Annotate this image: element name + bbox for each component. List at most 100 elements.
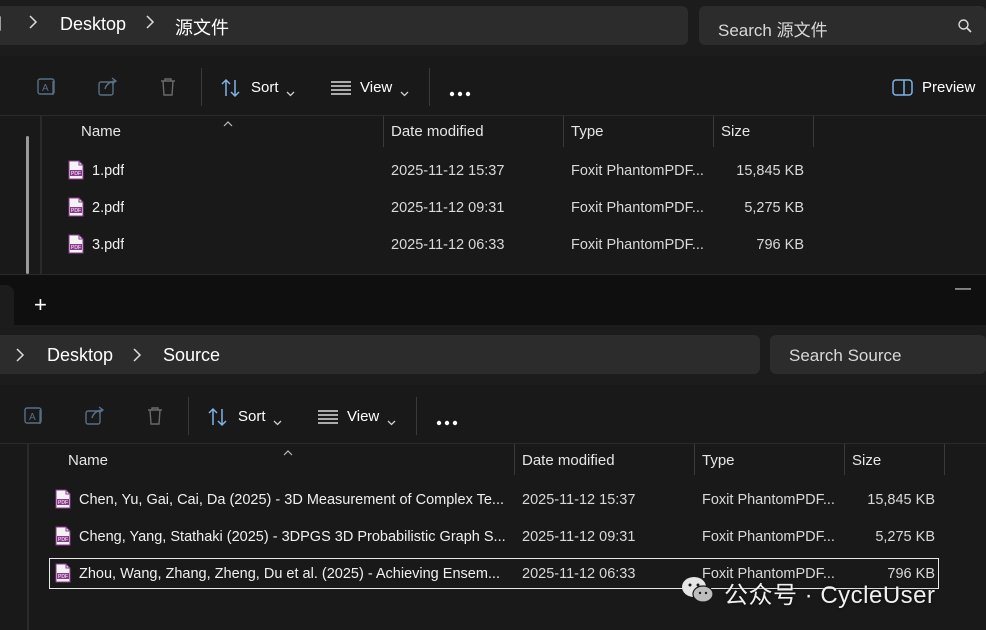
tab-bar	[0, 275, 986, 325]
file-date: 2025-11-12 06:33	[391, 237, 505, 253]
pdf-file-icon: PDF	[55, 563, 71, 588]
file-name[interactable]: 2.pdf	[92, 200, 124, 216]
file-type: Foxit PhantomPDF...	[571, 237, 704, 253]
svg-text:A: A	[42, 83, 49, 94]
svg-text:PDF: PDF	[71, 208, 81, 214]
search-icon[interactable]	[957, 18, 973, 39]
delete-icon[interactable]	[144, 405, 166, 432]
pane-splitter[interactable]	[40, 116, 42, 274]
sort-button[interactable]: Sort	[238, 408, 266, 425]
file-type: Foxit PhantomPDF...	[571, 163, 704, 179]
wechat-icon	[680, 575, 716, 610]
sort-icon[interactable]	[207, 407, 229, 432]
file-date: 2025-11-12 15:37	[522, 492, 636, 508]
column-header-date[interactable]: Date modified	[391, 123, 484, 140]
file-size: 15,845 KB	[736, 163, 804, 179]
delete-icon[interactable]	[157, 76, 179, 103]
column-header-type[interactable]: Type	[702, 452, 735, 469]
column-divider[interactable]	[694, 444, 695, 475]
svg-text:PDF: PDF	[58, 574, 68, 580]
chevron-right-icon[interactable]	[28, 15, 38, 34]
breadcrumb-item-current[interactable]: 源文件	[175, 14, 229, 40]
toolbar-divider	[416, 397, 417, 435]
share-icon[interactable]	[84, 405, 106, 432]
breadcrumb-item-desktop[interactable]: Desktop	[60, 14, 126, 35]
search-placeholder: Search 源文件	[718, 21, 828, 40]
preview-button[interactable]: Preview	[922, 79, 975, 96]
file-size: 5,275 KB	[875, 529, 935, 545]
more-options-icon[interactable]	[449, 84, 473, 102]
file-name[interactable]: 1.pdf	[92, 163, 124, 179]
view-button[interactable]: View	[347, 408, 379, 425]
column-header-name[interactable]: Name	[68, 452, 108, 469]
chevron-down-icon[interactable]	[286, 84, 295, 102]
column-divider[interactable]	[383, 116, 384, 147]
view-icon[interactable]	[330, 80, 352, 101]
navigation-pane[interactable]	[0, 444, 27, 630]
pdf-file-icon: PDF	[68, 234, 84, 259]
view-icon[interactable]	[317, 409, 339, 430]
tab-active[interactable]	[0, 285, 14, 325]
share-icon[interactable]	[97, 76, 119, 103]
chevron-down-icon[interactable]	[273, 413, 282, 431]
column-divider[interactable]	[813, 116, 814, 147]
nav-pane-icon[interactable]	[0, 14, 4, 39]
file-name[interactable]: Zhou, Wang, Zhang, Zheng, Du et al. (202…	[79, 566, 509, 582]
sort-ascending-icon	[223, 114, 233, 132]
breadcrumb-item-current[interactable]: Source	[163, 345, 220, 366]
chevron-down-icon[interactable]	[387, 413, 396, 431]
svg-text:PDF: PDF	[58, 537, 68, 543]
svg-text:A: A	[29, 412, 36, 423]
column-divider[interactable]	[713, 116, 714, 147]
search-placeholder: Search Source	[789, 346, 902, 365]
sort-button[interactable]: Sort	[251, 79, 279, 96]
file-type: Foxit PhantomPDF...	[571, 200, 704, 216]
breadcrumb[interactable]	[0, 335, 760, 374]
minimize-button[interactable]: —	[955, 280, 971, 298]
svg-text:PDF: PDF	[58, 500, 68, 506]
toolbar-divider	[201, 68, 202, 106]
column-divider[interactable]	[563, 116, 564, 147]
pane-splitter[interactable]	[27, 444, 29, 630]
file-name[interactable]: Chen, Yu, Gai, Cai, Da (2025) - 3D Measu…	[79, 492, 509, 508]
sort-icon[interactable]	[220, 78, 242, 103]
chevron-down-icon[interactable]	[400, 84, 409, 102]
file-date: 2025-11-12 09:31	[391, 200, 505, 216]
column-header-size[interactable]: Size	[721, 123, 750, 140]
divider	[0, 443, 986, 444]
column-header-size[interactable]: Size	[852, 452, 881, 469]
file-name[interactable]: 3.pdf	[92, 237, 124, 253]
new-tab-button[interactable]: +	[34, 292, 47, 318]
nav-scrollbar[interactable]	[26, 136, 29, 274]
command-bar	[0, 57, 986, 115]
column-header-date[interactable]: Date modified	[522, 452, 615, 469]
file-date: 2025-11-12 09:31	[522, 529, 636, 545]
file-type: Foxit PhantomPDF...	[702, 492, 835, 508]
pdf-file-icon: PDF	[68, 197, 84, 222]
file-name[interactable]: Cheng, Yang, Stathaki (2025) - 3DPGS 3D …	[79, 529, 509, 545]
navigation-pane[interactable]	[0, 116, 40, 274]
preview-pane-icon[interactable]	[892, 79, 914, 101]
chevron-right-icon[interactable]	[15, 348, 25, 367]
chevron-right-icon[interactable]	[132, 348, 142, 367]
column-header-name[interactable]: Name	[81, 123, 121, 140]
toolbar-divider	[188, 397, 189, 435]
column-divider[interactable]	[844, 444, 845, 475]
file-date: 2025-11-12 15:37	[391, 163, 505, 179]
file-size: 15,845 KB	[867, 492, 935, 508]
file-type: Foxit PhantomPDF...	[702, 529, 835, 545]
sort-ascending-icon	[283, 443, 293, 461]
chevron-right-icon[interactable]	[145, 15, 155, 34]
more-options-icon[interactable]	[436, 413, 460, 431]
view-button[interactable]: View	[360, 79, 392, 96]
toolbar-divider	[429, 68, 430, 106]
watermark-text: 公众号 · CycleUser	[724, 581, 936, 609]
column-header-type[interactable]: Type	[571, 123, 604, 140]
column-divider[interactable]	[514, 444, 515, 475]
rename-icon[interactable]: A	[23, 405, 45, 432]
column-divider[interactable]	[944, 444, 945, 475]
file-date: 2025-11-12 06:33	[522, 566, 636, 582]
pdf-file-icon: PDF	[55, 489, 71, 514]
rename-icon[interactable]: A	[36, 76, 58, 103]
breadcrumb-item-desktop[interactable]: Desktop	[47, 345, 113, 366]
